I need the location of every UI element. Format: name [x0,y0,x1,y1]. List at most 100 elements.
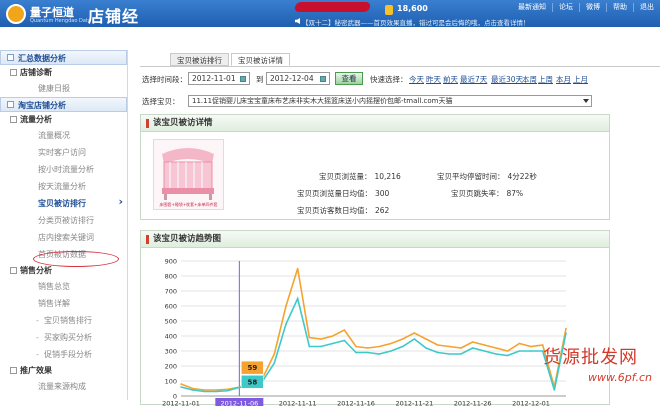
data-point [344,340,346,342]
sidebar-item-hourly-traffic[interactable]: 按小时流量分析 [0,161,127,178]
sidebar-item-sales-detail[interactable]: 销售详解 [0,295,127,312]
data-point [472,347,474,349]
stat-label: 宝贝页跳失率： [451,189,504,198]
product-select-value: 11.11促销婴儿床宝宝童床布艺床非实木大摇篮床送小内摇摆价包邮-tmall.c… [192,97,452,105]
link-notices[interactable]: 最新通知 [512,3,552,12]
section-taobao-shop[interactable]: 淘宝店铺分析 [0,97,127,112]
product-image[interactable]: 床围套+睡袋+枕套+床单四件套 [153,139,224,210]
sidebar-item-buyer-analysis[interactable]: 买家购买分析 [0,329,127,346]
collapse-icon [10,367,17,374]
link-weibo[interactable]: 微博 [579,3,606,12]
top-links: 最新通知 论坛 微博 帮助 退出 [512,3,660,12]
sidebar-item-traffic-overview[interactable]: 流量概况 [0,127,127,144]
quick-today[interactable]: 今天 [409,74,424,85]
stat-value: 4分22秒 [508,172,537,181]
data-point [215,391,217,393]
calendar-icon[interactable] [320,76,326,82]
quick-yesterday[interactable]: 昨天 [426,74,441,85]
product-select[interactable]: 11.11促销婴儿床宝宝童床布艺床非实木大摇篮床送小内摇摆价包邮-tmall.c… [188,95,592,107]
stat-value: 10,216 [375,172,401,181]
sidebar-item-sales-overview[interactable]: 销售总览 [0,278,127,295]
data-point [437,344,439,346]
product-select-label: 选择宝贝： [142,96,180,107]
calendar-icon[interactable] [240,76,246,82]
group-traffic[interactable]: 流量分析 [0,112,127,127]
announcement-ticker[interactable]: 【双十二】秘密武器——首页效果直播，错过可是会后悔的哦，点击查看详情！ [302,17,530,27]
data-point [227,390,229,392]
data-point [495,353,497,355]
coin-balance: 18,600 [397,4,428,13]
y-tick-label: 800 [165,273,177,281]
data-point [425,338,427,340]
data-point [519,343,521,345]
sidebar-item-item-sales-ranking[interactable]: 宝贝销售排行 [0,312,127,329]
sidebar-item-traffic-sources[interactable]: 流量来源构成 [0,378,127,395]
group-promotion[interactable]: 推广效果 [0,363,127,378]
date-from-value: 2012-11-01 [192,74,236,83]
data-point [554,389,556,391]
date-from-input[interactable]: 2012-11-01 [188,72,250,85]
to-label: 到 [256,74,264,85]
tooltip-label: 58 [247,378,257,386]
date-to-value: 2012-12-04 [270,74,314,83]
watermark-text: 货源批发网 [543,343,638,369]
link-logout[interactable]: 退出 [633,3,660,12]
sidebar-item-category-ranking[interactable]: 分类页被访排行 [0,212,127,229]
top-bar: 量子恒道 Quantum Hengdao Data 店铺经 【双十二】秘密武器—… [0,0,660,27]
sidebar-item-promo-analysis[interactable]: 促销手段分析 [0,346,127,363]
detail-panel-title: 该宝贝被访详情 [141,115,609,132]
x-tick-label: 2012-11-01 [162,400,200,406]
section-title: 汇总数据分析 [18,54,66,63]
group-shop-diagnosis[interactable]: 店铺诊断 [0,65,127,80]
quick-last-30[interactable]: 最近30天 [491,74,523,85]
coin-icon [385,5,393,15]
sidebar-item-health-report[interactable]: 健康日报 [0,80,127,97]
y-tick-label: 900 [165,258,177,266]
quick-this-week[interactable]: 本周 [522,74,537,85]
data-point [274,362,276,364]
link-help[interactable]: 帮助 [606,3,633,12]
logo-mark-icon [6,4,26,24]
data-point [309,337,311,339]
tab-item-ranking[interactable]: 宝贝被访排行 [170,53,229,66]
logo[interactable]: 量子恒道 Quantum Hengdao Data 店铺经 [6,3,156,25]
trend-panel: 该宝贝被访趋势图 0100200300400500600700800900201… [140,230,610,405]
data-point [355,352,357,354]
data-point [390,350,392,352]
date-to-input[interactable]: 2012-12-04 [266,72,330,85]
data-point [495,347,497,349]
data-point [297,268,299,270]
stat-value: 262 [375,206,389,215]
y-tick-label: 300 [165,348,177,356]
quick-day-before[interactable]: 前天 [443,74,458,85]
collapse-icon [7,54,14,61]
data-point [379,353,381,355]
collapse-icon [7,101,14,108]
quick-last-month[interactable]: 上月 [573,74,588,85]
section-summary[interactable]: 汇总数据分析 [0,50,127,65]
data-point [379,346,381,348]
link-forum[interactable]: 论坛 [552,3,579,12]
view-button[interactable]: 查看 [335,72,363,85]
x-tick-label: 2012-11-21 [395,400,433,406]
quick-last-week[interactable]: 上周 [538,74,553,85]
redacted-username [294,2,371,12]
y-tick-label: 200 [165,363,177,371]
sidebar-item-daily-traffic[interactable]: 按天流量分析 [0,178,127,195]
sidebar-item-search-keywords[interactable]: 店内搜索关键词 [0,229,127,246]
x-tick-label: 2012-11-26 [454,400,492,406]
data-point [402,346,404,348]
tab-item-detail[interactable]: 宝贝被访详情 [231,53,290,66]
detail-panel: 该宝贝被访详情 床围套+睡袋+枕套+床单四件套 宝贝页浏览量：10,216 宝贝… [140,114,610,220]
x-tick-label: 2012-12-01 [512,400,550,406]
x-tick-label: 2012-11-06 [220,400,258,406]
speaker-icon [295,18,300,24]
data-point [285,323,287,325]
quick-this-month[interactable]: 本月 [556,74,571,85]
quick-last-7[interactable]: 最近7天 [460,74,487,85]
sidebar-item-realtime-visits[interactable]: 实时客户访问 [0,144,127,161]
data-point [180,386,182,388]
sidebar-item-item-ranking[interactable]: 宝贝被访排行 [0,195,127,212]
watermark-url: www.6pf.cn [588,371,652,384]
data-point [507,350,509,352]
